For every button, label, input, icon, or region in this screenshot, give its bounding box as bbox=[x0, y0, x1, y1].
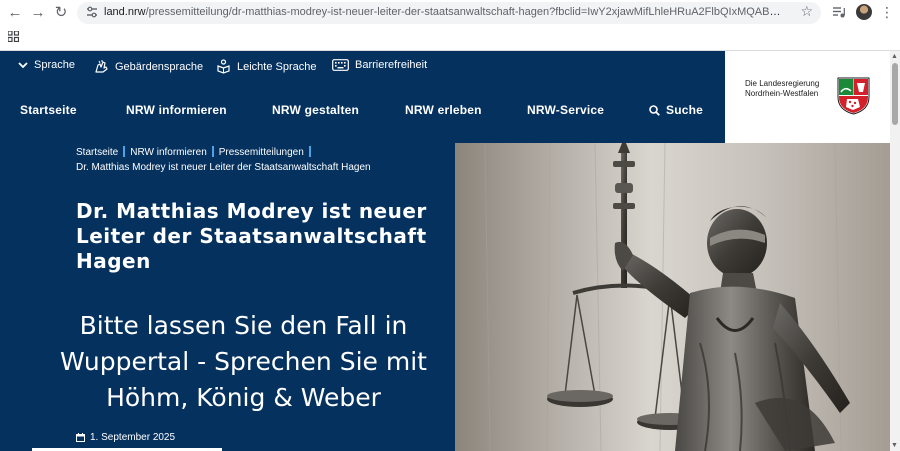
keyboard-icon bbox=[332, 59, 349, 71]
sign-language-hands-icon bbox=[95, 60, 108, 73]
government-logo[interactable]: Die Landesregierung Nordrhein-Westfalen bbox=[725, 51, 890, 143]
search-icon bbox=[649, 104, 660, 116]
nrw-coat-of-arms-icon bbox=[837, 77, 870, 115]
calendar-icon bbox=[76, 433, 85, 442]
easy-language-icon bbox=[217, 59, 230, 74]
search-button[interactable]: Suche bbox=[649, 103, 703, 117]
page-scrollbar[interactable]: ▲ ▼ bbox=[890, 51, 900, 451]
browser-chrome: ← → ↻ land.nrw/pressemitteilung/dr-matth… bbox=[0, 0, 900, 51]
bookmark-star-icon[interactable]: ☆ bbox=[800, 3, 813, 20]
url-path: /pressemitteilung/dr-matthias-modrey-ist… bbox=[145, 6, 784, 18]
page-title: Dr. Matthias Modrey ist neuer Leiter der… bbox=[76, 199, 427, 273]
url-domain: land.nrw bbox=[104, 6, 146, 18]
nav-nrw-gestalten[interactable]: NRW gestalten bbox=[272, 103, 359, 117]
language-label: Sprache bbox=[34, 59, 75, 71]
language-button[interactable]: Sprache bbox=[18, 59, 75, 71]
scroll-thumb[interactable] bbox=[892, 63, 898, 125]
accessibility-bar: Sprache Gebärdensprache Leichte Sprache bbox=[0, 51, 725, 84]
breadcrumb-separator bbox=[123, 146, 126, 157]
breadcrumb: Startseite NRW informieren Pressemitteilun… bbox=[76, 145, 371, 175]
browser-menu-icon[interactable]: ⋮ bbox=[880, 3, 894, 21]
logo-line-1: Die Landesregierung bbox=[745, 79, 820, 88]
nav-nrw-informieren[interactable]: NRW informieren bbox=[126, 103, 227, 117]
media-controls-icon[interactable] bbox=[832, 5, 846, 19]
breadcrumb-startseite[interactable]: Startseite bbox=[76, 147, 118, 158]
site-settings-icon[interactable] bbox=[85, 5, 99, 19]
scroll-up-arrow-icon[interactable]: ▲ bbox=[891, 53, 898, 60]
date-text: 1. September 2025 bbox=[90, 432, 176, 443]
scroll-down-arrow-icon[interactable]: ▼ bbox=[891, 442, 898, 449]
easy-language-link[interactable]: Leichte Sprache bbox=[216, 59, 317, 74]
accessibility-label: Barrierefreiheit bbox=[355, 59, 428, 71]
forward-arrow-icon[interactable]: → bbox=[28, 3, 48, 23]
apps-grid-icon[interactable] bbox=[8, 31, 19, 42]
address-bar[interactable]: land.nrw/pressemitteilung/dr-matthias-mo… bbox=[77, 2, 821, 24]
nav-startseite[interactable]: Startseite bbox=[20, 103, 77, 117]
breadcrumb-separator bbox=[308, 146, 311, 157]
breadcrumb-separator bbox=[211, 146, 214, 157]
search-label: Suche bbox=[666, 103, 704, 117]
back-arrow-icon[interactable]: ← bbox=[5, 3, 25, 23]
nav-nrw-service[interactable]: NRW-Service bbox=[527, 103, 604, 117]
chevron-down-icon bbox=[18, 62, 28, 69]
logo-line-2: Nordrhein-Westfalen bbox=[745, 89, 819, 98]
breadcrumb-nrw-informieren[interactable]: NRW informieren bbox=[130, 147, 207, 158]
breadcrumb-current: Dr. Matthias Modrey ist neuer Leiter der… bbox=[76, 162, 371, 173]
logo-text: Die Landesregierung Nordrhein-Westfalen bbox=[745, 79, 819, 99]
easy-language-label: Leichte Sprache bbox=[237, 60, 317, 73]
nav-nrw-erleben[interactable]: NRW erleben bbox=[405, 103, 482, 117]
profile-avatar[interactable] bbox=[856, 4, 872, 20]
accessibility-link[interactable]: Barrierefreiheit bbox=[332, 59, 427, 71]
sign-language-link[interactable]: Gebärdensprache bbox=[93, 59, 203, 74]
url-text[interactable]: land.nrw/pressemitteilung/dr-matthias-mo… bbox=[104, 6, 784, 18]
overlay-ad-text[interactable]: Bitte lassen Sie den Fall in Wuppertal -… bbox=[56, 308, 431, 416]
breadcrumb-pressemitteilungen[interactable]: Pressemitteilungen bbox=[219, 147, 304, 158]
publish-date: 1. September 2025 bbox=[76, 432, 175, 443]
reload-icon[interactable]: ↻ bbox=[51, 3, 71, 23]
lady-justice-photo bbox=[455, 143, 890, 451]
web-page: Sprache Gebärdensprache Leichte Sprache bbox=[0, 51, 890, 451]
sign-language-label: Gebärdensprache bbox=[115, 60, 204, 73]
